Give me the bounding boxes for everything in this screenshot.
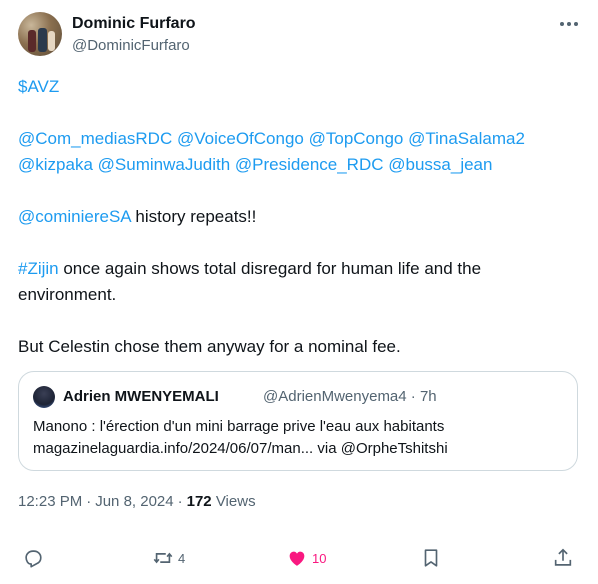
share-button[interactable] bbox=[552, 546, 574, 570]
separator-dot: · bbox=[177, 493, 183, 510]
reply-icon bbox=[25, 550, 42, 568]
avatar-photo-figure bbox=[28, 30, 36, 52]
tweet-sentence: once again shows total disregard for hum… bbox=[18, 259, 482, 304]
quoted-author-name: Adrien MWENYEMALI bbox=[63, 388, 219, 405]
tweet-paragraph: But Celestin chose them anyway for a nom… bbox=[18, 334, 578, 360]
mention-link[interactable]: @cominiereSA bbox=[18, 207, 131, 226]
mention-link[interactable]: @Presidence_RDC bbox=[235, 155, 384, 174]
quoted-author-handle-time: @AdrienMwenyema4 · 7h bbox=[263, 388, 437, 405]
quoted-tweet-card[interactable]: Adrien MWENYEMALI @AdrienMwenyema4 · 7h … bbox=[18, 371, 578, 471]
mention-link[interactable]: @TopCongo bbox=[309, 129, 404, 148]
tweet-sentence: history repeats!! bbox=[130, 207, 257, 226]
like-icon bbox=[289, 551, 305, 566]
hashtag-link[interactable]: #Zijin bbox=[18, 259, 59, 278]
quoted-url-text: magazinelaguardia.info/2024/06/07/man...… bbox=[33, 440, 341, 457]
mention-link[interactable]: @kizpaka bbox=[18, 155, 93, 174]
quoted-mention: @OrpheTshitshi bbox=[340, 440, 448, 457]
separator-dot: · bbox=[86, 493, 92, 510]
tweet-time[interactable]: 12:23 PM bbox=[18, 493, 82, 510]
avatar-photo-figure bbox=[48, 31, 55, 51]
quoted-author-avatar[interactable] bbox=[33, 386, 55, 408]
more-options-icon[interactable] bbox=[555, 14, 583, 34]
retweet-button[interactable]: 4 bbox=[152, 546, 185, 570]
tweet-paragraph: $AVZ bbox=[18, 74, 578, 100]
share-icon bbox=[554, 548, 572, 566]
bookmark-button[interactable] bbox=[420, 546, 442, 570]
tweet-sentence: But Celestin chose them anyway for a nom… bbox=[18, 337, 401, 356]
author-name[interactable]: Dominic Furfaro bbox=[72, 14, 196, 34]
tweet-date[interactable]: Jun 8, 2024 bbox=[95, 493, 173, 510]
tweet-paragraph: @Com_mediasRDC @VoiceOfCongo @TopCongo @… bbox=[18, 126, 578, 178]
cashtag-link[interactable]: $AVZ bbox=[18, 77, 59, 96]
mention-link[interactable]: @VoiceOfCongo bbox=[177, 129, 304, 148]
author-avatar[interactable] bbox=[18, 12, 62, 56]
tweet-text: $AVZ @Com_mediasRDC @VoiceOfCongo @TopCo… bbox=[18, 74, 578, 386]
retweet-count: 4 bbox=[178, 550, 186, 566]
mention-link[interactable]: @TinaSalama2 bbox=[408, 129, 525, 148]
retweet-icon bbox=[153, 552, 173, 564]
tweet-timestamp: 12:23 PM · Jun 8, 2024 · 172 Views bbox=[18, 492, 256, 512]
like-count: 10 bbox=[312, 550, 327, 566]
views-count: 172 bbox=[186, 493, 212, 510]
reply-button[interactable] bbox=[22, 546, 44, 570]
views-label: Views bbox=[215, 493, 256, 510]
quoted-tweet-text: Manono : l'érection d'un mini barrage pr… bbox=[33, 418, 445, 435]
mention-link[interactable]: @SuminwaJudith bbox=[98, 155, 231, 174]
mention-link[interactable]: @bussa_jean bbox=[388, 155, 492, 174]
author-handle[interactable]: @DominicFurfaro bbox=[72, 36, 190, 56]
bookmark-icon bbox=[424, 549, 438, 567]
mention-link[interactable]: @Com_mediasRDC bbox=[18, 129, 172, 148]
tweet-paragraph: @cominiereSA history repeats!! bbox=[18, 204, 578, 230]
quoted-tweet-link-line: magazinelaguardia.info/2024/06/07/man...… bbox=[33, 439, 448, 459]
tweet-paragraph: #Zijin once again shows total disregard … bbox=[18, 256, 578, 308]
avatar-photo-figure bbox=[38, 28, 47, 52]
like-button[interactable]: 10 bbox=[286, 546, 326, 570]
